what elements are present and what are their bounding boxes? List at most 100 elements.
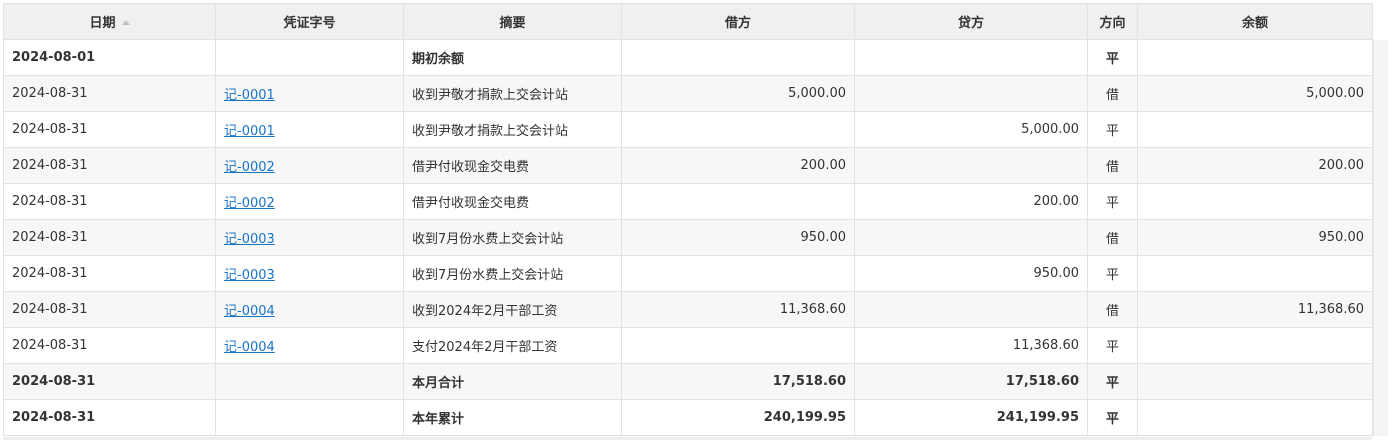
voucher-link[interactable]: 记-0004	[224, 304, 275, 319]
cell-debit: 5,000.00	[621, 75, 855, 112]
cell-credit: 11,368.60	[854, 327, 1088, 364]
cell-debit: 240,199.95	[621, 399, 855, 436]
ledger-table-container: 日期 凭证字号 摘要 借方 贷方 方向 余额 2024-08-01 期初余额 平	[3, 3, 1373, 437]
cell-summary: 借尹付收现金交电费	[403, 147, 622, 184]
cell-direction: 平	[1087, 363, 1138, 400]
cell-voucher: 记-0001	[215, 75, 404, 112]
column-header-label: 方向	[1099, 16, 1126, 31]
cell-debit: 200.00	[621, 147, 855, 184]
cell-voucher: 记-0003	[215, 219, 404, 256]
cell-debit	[621, 183, 855, 220]
cell-summary: 收到尹敬才捐款上交会计站	[403, 111, 622, 148]
cell-voucher: 记-0004	[215, 327, 404, 364]
cell-summary: 收到7月份水费上交会计站	[403, 219, 622, 256]
cell-direction: 平	[1087, 255, 1138, 292]
cell-summary: 期初余额	[403, 39, 622, 76]
cell-direction: 借	[1087, 75, 1138, 112]
table-row: 2024-08-31 记-0003 收到7月份水费上交会计站 950.00 借 …	[3, 219, 1373, 256]
cell-credit	[854, 39, 1088, 76]
column-header-label: 贷方	[957, 16, 984, 31]
cell-voucher	[215, 363, 404, 400]
cell-credit	[854, 291, 1088, 328]
cell-credit	[854, 147, 1088, 184]
cell-voucher: 记-0002	[215, 147, 404, 184]
cell-credit: 200.00	[854, 183, 1088, 220]
cell-debit	[621, 111, 855, 148]
cell-credit: 950.00	[854, 255, 1088, 292]
cell-credit: 17,518.60	[854, 363, 1088, 400]
cell-debit	[621, 39, 855, 76]
cell-summary: 借尹付收现金交电费	[403, 183, 622, 220]
column-header-credit: 贷方	[854, 3, 1088, 40]
cell-summary: 本年累计	[403, 399, 622, 436]
voucher-link[interactable]: 记-0001	[224, 124, 275, 139]
voucher-link[interactable]: 记-0004	[224, 340, 275, 355]
sort-ascending-icon[interactable]	[121, 20, 130, 25]
ledger-table: 日期 凭证字号 摘要 借方 贷方 方向 余额 2024-08-01 期初余额 平	[3, 3, 1373, 436]
column-header-label: 余额	[1241, 16, 1268, 31]
table-row: 2024-08-31 记-0001 收到尹敬才捐款上交会计站 5,000.00 …	[3, 75, 1373, 112]
table-row: 2024-08-31 记-0004 收到2024年2月干部工资 11,368.6…	[3, 291, 1373, 328]
cell-summary: 收到7月份水费上交会计站	[403, 255, 622, 292]
table-row: 2024-08-31 记-0002 借尹付收现金交电费 200.00 平	[3, 183, 1373, 220]
cell-date: 2024-08-31	[3, 399, 216, 436]
cell-date: 2024-08-01	[3, 39, 216, 76]
cell-date: 2024-08-31	[3, 183, 216, 220]
column-header-debit: 借方	[621, 3, 855, 40]
cell-balance	[1137, 255, 1373, 292]
table-row-opening-balance: 2024-08-01 期初余额 平	[3, 39, 1373, 76]
cell-voucher: 记-0003	[215, 255, 404, 292]
cell-voucher: 记-0004	[215, 291, 404, 328]
column-header-direction: 方向	[1087, 3, 1138, 40]
cell-debit: 950.00	[621, 219, 855, 256]
cell-credit: 241,199.95	[854, 399, 1088, 436]
cell-credit	[854, 75, 1088, 112]
cell-voucher: 记-0001	[215, 111, 404, 148]
cell-balance	[1137, 399, 1373, 436]
column-header-label: 凭证字号	[283, 16, 336, 31]
column-header-date[interactable]: 日期	[3, 3, 216, 40]
column-header-summary: 摘要	[403, 3, 622, 40]
column-header-voucher: 凭证字号	[215, 3, 404, 40]
cell-direction: 借	[1087, 219, 1138, 256]
cell-voucher	[215, 399, 404, 436]
vertical-scrollbar[interactable]	[1373, 40, 1388, 436]
cell-credit: 5,000.00	[854, 111, 1088, 148]
cell-balance: 950.00	[1137, 219, 1373, 256]
cell-summary: 本月合计	[403, 363, 622, 400]
cell-direction: 平	[1087, 183, 1138, 220]
cell-date: 2024-08-31	[3, 111, 216, 148]
cell-date: 2024-08-31	[3, 147, 216, 184]
table-row: 2024-08-31 记-0002 借尹付收现金交电费 200.00 借 200…	[3, 147, 1373, 184]
cell-balance	[1137, 327, 1373, 364]
cell-date: 2024-08-31	[3, 219, 216, 256]
cell-direction: 平	[1087, 39, 1138, 76]
cell-balance	[1137, 39, 1373, 76]
table-row: 2024-08-31 记-0001 收到尹敬才捐款上交会计站 5,000.00 …	[3, 111, 1373, 148]
column-header-label: 借方	[724, 16, 751, 31]
cell-direction: 借	[1087, 291, 1138, 328]
cell-direction: 借	[1087, 147, 1138, 184]
voucher-link[interactable]: 记-0002	[224, 196, 275, 211]
cell-debit: 11,368.60	[621, 291, 855, 328]
cell-summary: 收到尹敬才捐款上交会计站	[403, 75, 622, 112]
cell-date: 2024-08-31	[3, 327, 216, 364]
cell-direction: 平	[1087, 327, 1138, 364]
cell-date: 2024-08-31	[3, 255, 216, 292]
cell-balance: 5,000.00	[1137, 75, 1373, 112]
cell-balance: 11,368.60	[1137, 291, 1373, 328]
column-header-label: 日期	[89, 16, 116, 31]
cell-balance	[1137, 111, 1373, 148]
table-row: 2024-08-31 记-0004 支付2024年2月干部工资 11,368.6…	[3, 327, 1373, 364]
cell-voucher	[215, 39, 404, 76]
voucher-link[interactable]: 记-0001	[224, 88, 275, 103]
cell-balance: 200.00	[1137, 147, 1373, 184]
voucher-link[interactable]: 记-0003	[224, 232, 275, 247]
voucher-link[interactable]: 记-0002	[224, 160, 275, 175]
column-header-label: 摘要	[499, 16, 526, 31]
cell-summary: 收到2024年2月干部工资	[403, 291, 622, 328]
voucher-link[interactable]: 记-0003	[224, 268, 275, 283]
cell-balance	[1137, 183, 1373, 220]
cell-direction: 平	[1087, 399, 1138, 436]
cell-date: 2024-08-31	[3, 291, 216, 328]
